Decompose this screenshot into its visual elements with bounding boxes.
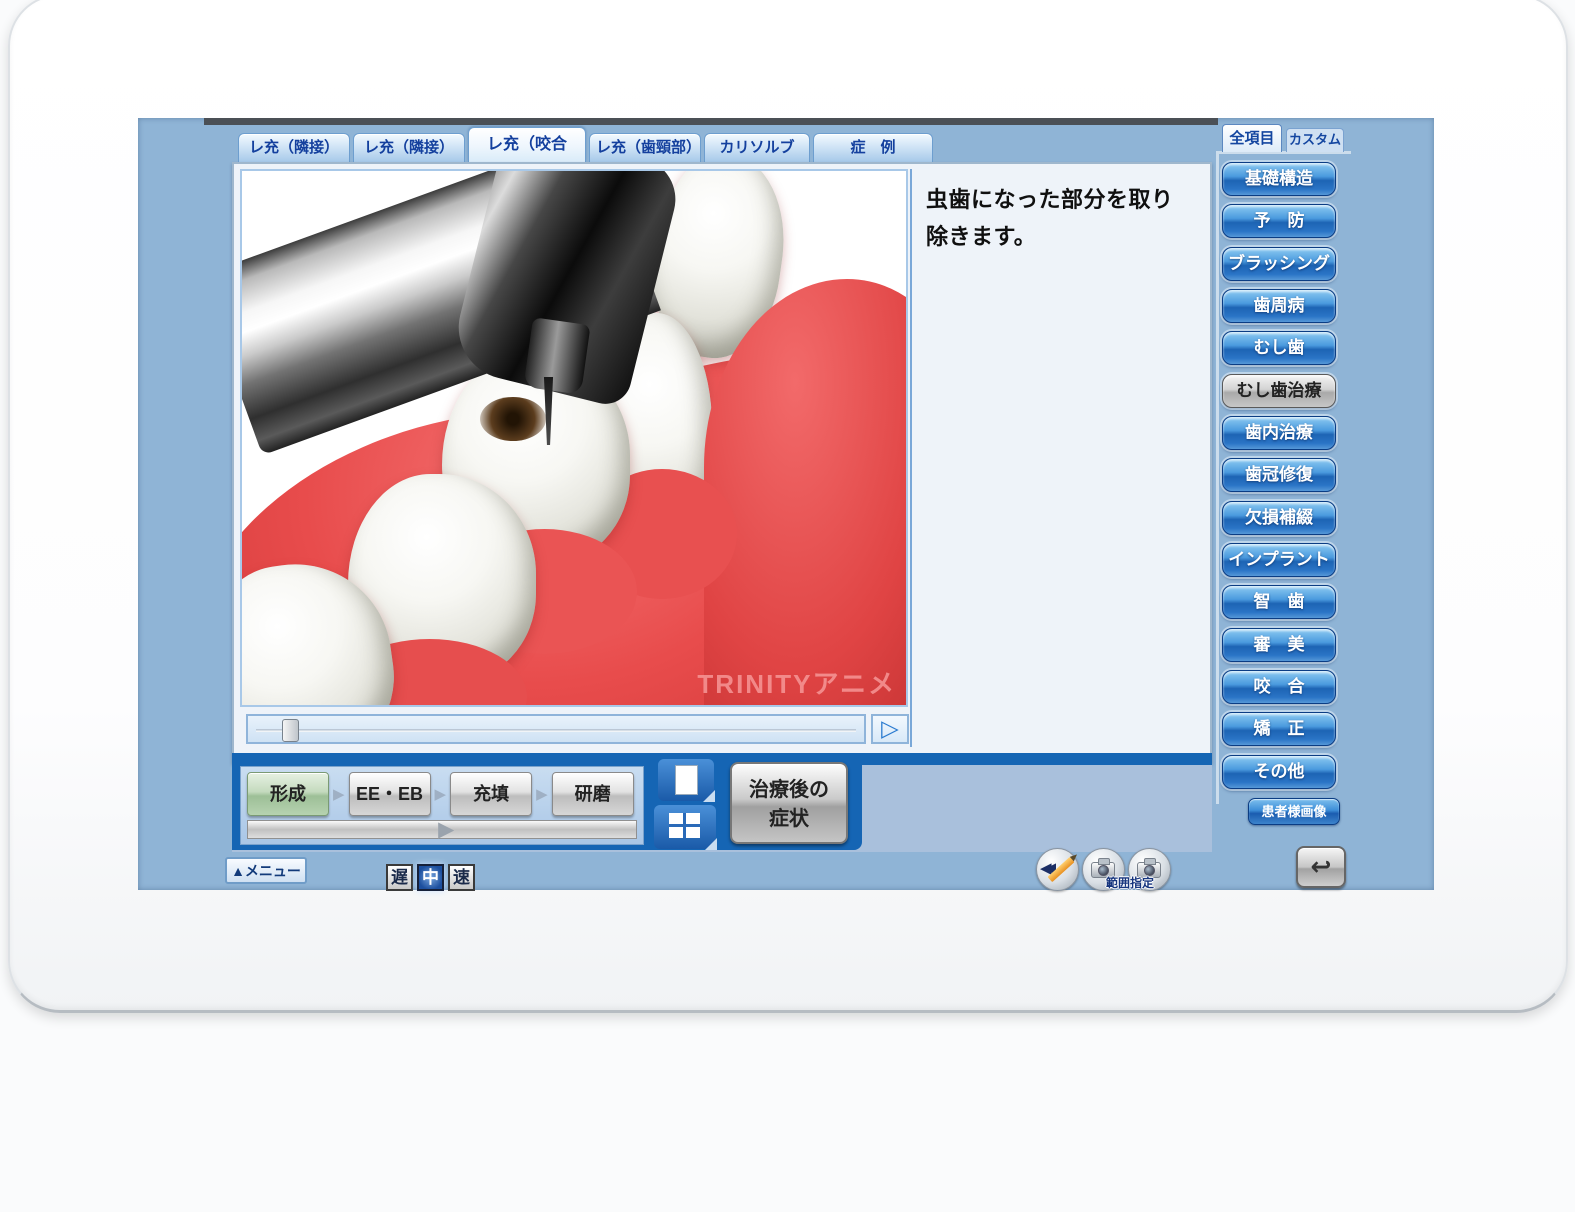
seek-bar[interactable]	[246, 714, 866, 744]
play-button[interactable]: ▷	[871, 714, 909, 744]
seek-track	[256, 729, 856, 732]
sidebar-item-brushing[interactable]: ブラッシング	[1222, 247, 1336, 281]
return-button[interactable]: ↩	[1296, 846, 1346, 888]
tab-case-examples[interactable]: 症 例	[813, 133, 933, 162]
tab-resin-cervical[interactable]: レ充（歯頸部）	[589, 133, 701, 162]
sidebar-item-prosthetics[interactable]: 欠損補綴	[1222, 501, 1336, 535]
tab-resin-adjacent-front[interactable]: レ充（隣接）前	[238, 133, 350, 162]
post-treatment-symptoms-button[interactable]: 治療後の 症状	[730, 762, 848, 844]
step-ee-eb[interactable]: EE・EB	[349, 772, 431, 816]
post-treatment-line2: 症状	[732, 805, 846, 834]
patient-images-button[interactable]: 患者様画像	[1248, 798, 1340, 825]
fold-corner-icon	[703, 790, 715, 802]
sidebar-tab-custom[interactable]: カスタム	[1286, 128, 1344, 152]
grid-view-icon	[669, 813, 700, 838]
seek-thumb[interactable]	[282, 719, 299, 742]
step-progress-bar[interactable]: ▶	[247, 820, 637, 839]
view-mode-switcher	[652, 759, 718, 847]
sidebar-item-others[interactable]: その他	[1222, 755, 1336, 789]
range-select-label: 範囲指定	[1106, 874, 1154, 891]
sidebar-item-prevention[interactable]: 予 防	[1222, 204, 1336, 238]
tab-carisolv[interactable]: カリソルブ	[704, 133, 810, 162]
caption-panel: 虫歯になった部分を取り除きます。	[910, 169, 1208, 747]
speed-medium-button[interactable]: 中	[417, 864, 444, 891]
progress-arrow-icon: ▶	[438, 817, 454, 842]
sidebar-item-wisdom-tooth[interactable]: 智 歯	[1222, 585, 1336, 619]
sidebar-item-implant[interactable]: インプラント	[1222, 543, 1336, 577]
sidebar-item-caries[interactable]: むし歯	[1222, 331, 1336, 365]
pencil-icon	[1048, 857, 1075, 882]
fold-corner-icon	[705, 838, 717, 850]
grid-view-button[interactable]	[654, 805, 716, 849]
sidebar-item-crown-restoration[interactable]: 歯冠修復	[1222, 458, 1336, 492]
panel-top-shadow	[204, 118, 1218, 125]
single-view-icon	[675, 765, 698, 795]
sidebar-item-endodontics[interactable]: 歯内治療	[1222, 416, 1336, 450]
tab-resin-adjacent-large[interactable]: レ充（隣接）大	[353, 133, 465, 162]
step-arrow-icon: ▶	[435, 785, 447, 803]
bottom-control-band: 形成 ▶ EE・EB ▶ 充填 ▶ 研磨 ▶ 治療後の	[232, 753, 1212, 852]
dental-animation-viewport: TRINITYアニメ	[240, 169, 908, 707]
sidebar-item-esthetics[interactable]: 審 美	[1222, 628, 1336, 662]
menu-button[interactable]: ▲メニュー	[225, 857, 307, 884]
replay-annotate-button[interactable]: ◀◀	[1036, 848, 1079, 891]
rewind-icon: ◀◀	[1040, 859, 1049, 877]
sidebar-item-periodontal-disease[interactable]: 歯周病	[1222, 289, 1336, 323]
sidebar-item-caries-treatment[interactable]: むし歯治療	[1222, 374, 1336, 408]
sidebar-item-basic-structure[interactable]: 基礎構造	[1222, 162, 1336, 196]
step-arrow-icon: ▶	[333, 785, 345, 803]
tab-resin-occlusal[interactable]: レ充（咬合面）	[468, 127, 586, 162]
animation-tab-bar: レ充（隣接）前 レ充（隣接）大 レ充（咬合面） レ充（歯頸部） カリソルブ 症 …	[238, 127, 1218, 163]
treatment-steps: 形成 ▶ EE・EB ▶ 充填 ▶ 研磨	[247, 772, 634, 816]
control-band-top-bar	[232, 753, 1212, 765]
sidebar-item-occlusion[interactable]: 咬 合	[1222, 670, 1336, 704]
speed-fast-button[interactable]: 速	[448, 864, 475, 891]
cavity-spot	[480, 397, 546, 441]
speed-slow-button[interactable]: 遅	[386, 864, 413, 891]
handpiece-neck-illustration	[523, 317, 590, 394]
watermark-text: TRINITYアニメ	[697, 664, 896, 701]
step-forming[interactable]: 形成	[247, 772, 329, 816]
screenshot-root: レ充（隣接）前 レ充（隣接）大 レ充（咬合面） レ充（歯頸部） カリソルブ 症 …	[0, 0, 1575, 1212]
treatment-step-panel: 形成 ▶ EE・EB ▶ 充填 ▶ 研磨 ▶	[240, 766, 644, 845]
sidebar-item-orthodontics[interactable]: 矯 正	[1222, 712, 1336, 746]
step-filling[interactable]: 充填	[450, 772, 532, 816]
playback-speed-group: 遅 中 速	[386, 864, 475, 891]
step-polishing[interactable]: 研磨	[552, 772, 634, 816]
step-arrow-icon: ▶	[536, 785, 548, 803]
post-treatment-line1: 治療後の	[732, 776, 846, 805]
sidebar-tab-all-items[interactable]: 全項目	[1222, 124, 1282, 152]
single-view-button[interactable]	[658, 759, 714, 801]
